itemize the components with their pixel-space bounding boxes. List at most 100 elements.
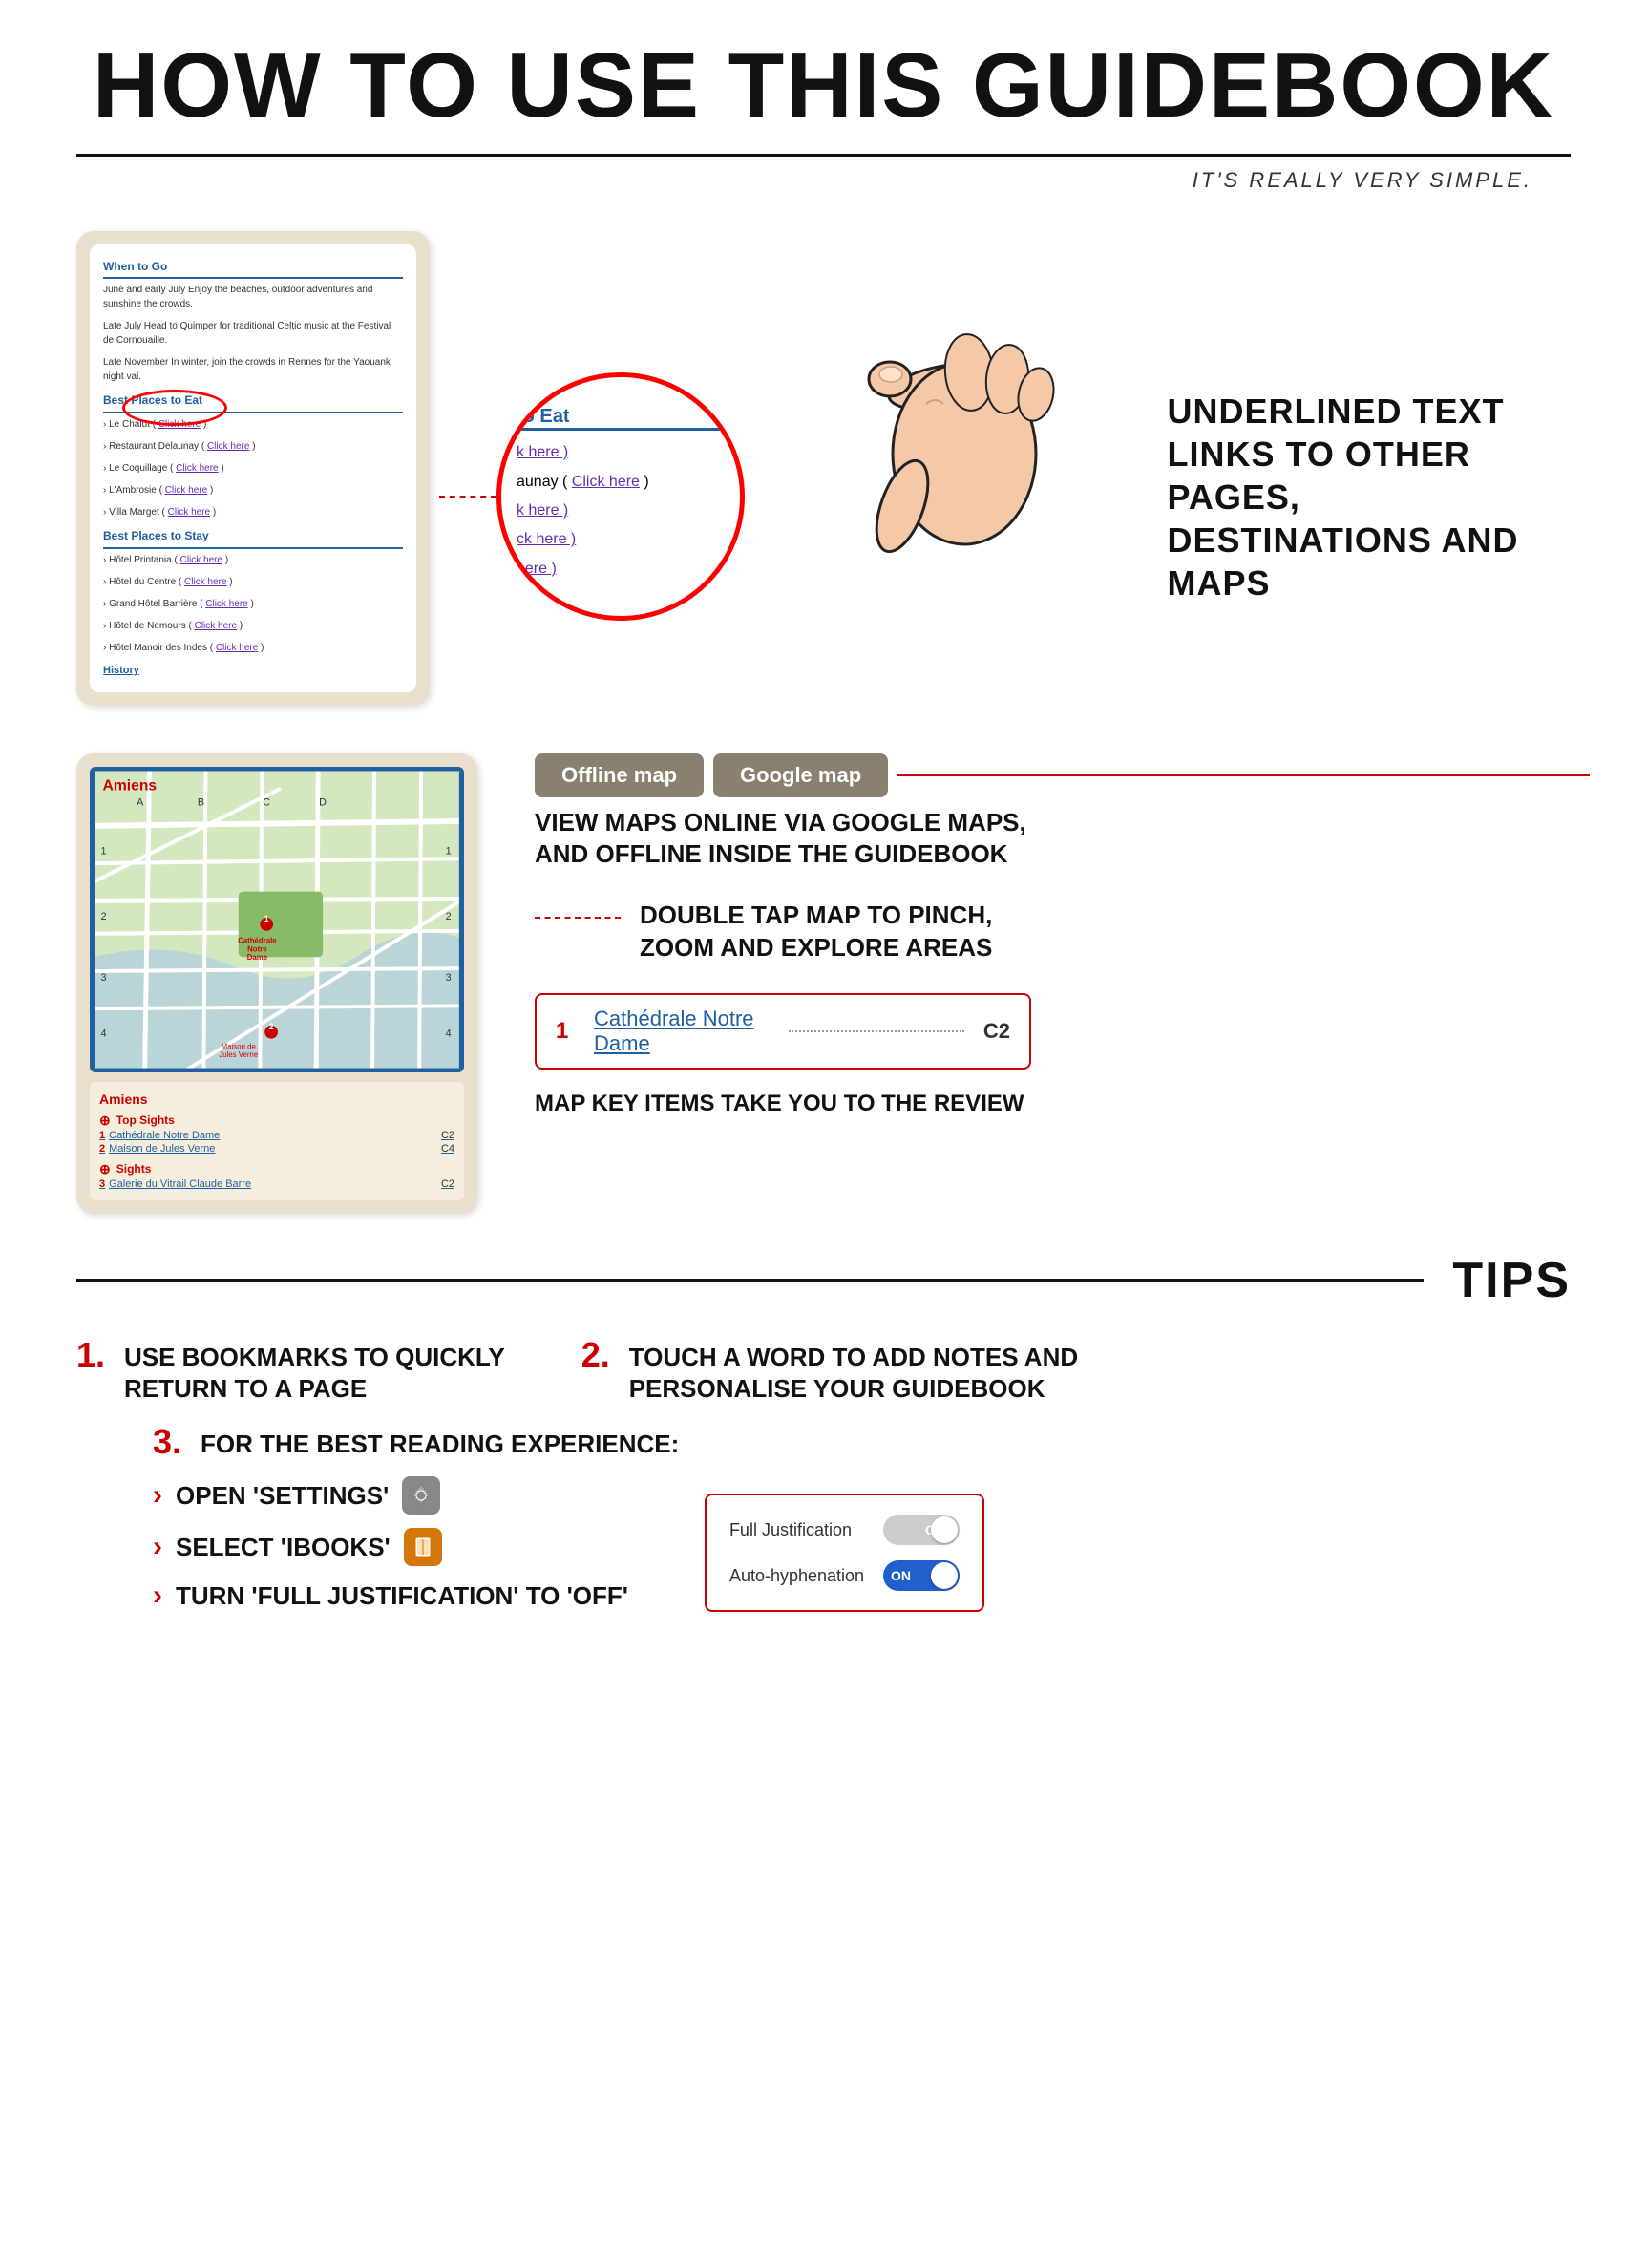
svg-text:4: 4	[446, 1028, 452, 1039]
map-svg: Amiens A B C D 1 2 3 4 1 2 3 4	[93, 770, 461, 1070]
links-label-area: UNDERLINED TEXTLINKS TO OTHER PAGES,DEST…	[1130, 390, 1591, 604]
svg-text:1: 1	[101, 845, 107, 857]
offline-map-button[interactable]: Offline map	[535, 753, 704, 797]
toggle-row-0: Full Justification OFF	[729, 1515, 960, 1545]
zoomed-item-4: here )	[517, 555, 725, 583]
section-maps: Amiens A B C D 1 2 3 4 1 2 3 4	[0, 734, 1647, 1242]
zoomed-content: to Eat k here ) aunay ( Click here ) k h…	[501, 377, 740, 593]
zoom-desc-block: DOUBLE TAP MAP TO PINCH,ZOOM AND EXPLORE…	[535, 900, 1590, 964]
tip-3-items: › Open 'Settings' › Select 'iBooks'	[153, 1476, 1571, 1612]
tip-3-block: 3. FOR THE BEST READING EXPERIENCE: › Op…	[76, 1425, 1571, 1612]
map-legend-area: Amiens ⊕ Top Sights 1Cathédrale Notre Da…	[90, 1082, 464, 1200]
google-map-button[interactable]: Google map	[713, 753, 888, 797]
tip-3-num: 3.	[153, 1425, 187, 1459]
svg-text:1: 1	[264, 914, 269, 923]
mockup-inner: When to Go June and early July Enjoy the…	[90, 244, 416, 692]
toggle-knob-0	[931, 1516, 958, 1543]
svg-text:Notre: Notre	[247, 944, 267, 953]
svg-text:2: 2	[101, 911, 107, 922]
tip-2-text: TOUCH A WORD TO ADD NOTES ANDPERSONALISE…	[629, 1338, 1078, 1407]
svg-text:3: 3	[446, 971, 452, 983]
page-title: HOW TO USE THIS GUIDEBOOK	[76, 38, 1571, 135]
tip-1-text: USE BOOKMARKS TO QUICKLYRETURN TO A PAGE	[124, 1338, 505, 1407]
toggle-label-1: Auto-hyphenation	[729, 1566, 864, 1586]
zoomed-item-0: k here )	[517, 438, 725, 467]
sight-0: 3Galerie du Vitrail Claude Barre C2	[99, 1177, 454, 1191]
tip-3-item-0-text: Open 'Settings'	[176, 1481, 389, 1511]
map-desc2: DOUBLE TAP MAP TO PINCH,ZOOM AND EXPLORE…	[640, 900, 992, 964]
sights-label: ⊕ Sights	[99, 1161, 454, 1177]
toggle-label-0: Full Justification	[729, 1520, 852, 1540]
map-legend-city: Amiens	[99, 1092, 454, 1107]
tip-3-list: › Open 'Settings' › Select 'iBooks'	[153, 1476, 628, 1612]
top-sight-0: 1Cathédrale Notre Dame C2	[99, 1129, 454, 1142]
map-key-desc: MAP KEY ITEMS TAKE YOU TO THE REVIEW	[535, 1089, 1590, 1118]
section-links: When to Go June and early July Enjoy the…	[0, 193, 1647, 734]
tip-3-item-1-text: Select 'iBooks'	[176, 1533, 391, 1562]
stay-item-2: › Grand Hôtel Barrière ( Click here )	[103, 597, 403, 611]
toggle-knob-1	[931, 1562, 958, 1589]
hand-icon-area	[707, 301, 1130, 606]
svg-text:1: 1	[446, 845, 452, 857]
stay-item-1: › Hôtel du Centre ( Click here )	[103, 575, 403, 589]
map-mockup: Amiens A B C D 1 2 3 4 1 2 3 4	[76, 753, 477, 1214]
map-desc1: VIEW MAPS ONLINE VIA GOOGLE MAPS,AND OFF…	[535, 807, 1590, 872]
svg-text:D: D	[319, 796, 327, 808]
tip-1: 1. USE BOOKMARKS TO QUICKLYRETURN TO A P…	[76, 1338, 505, 1407]
stay-item-4: › Hôtel Manoir des Indes ( Click here )	[103, 641, 403, 655]
map-key-name[interactable]: Cathédrale Notre Dame	[594, 1007, 770, 1056]
tip-3-item-1: › Select 'iBooks'	[153, 1528, 628, 1566]
map-right-area: Offline map Google map VIEW MAPS ONLINE …	[535, 753, 1590, 1118]
links-label: UNDERLINED TEXTLINKS TO OTHER PAGES,DEST…	[1168, 390, 1591, 604]
map-key-box: 1 Cathédrale Notre Dame C2	[535, 993, 1031, 1070]
eat-item-3: › L'Ambrosie ( Click here )	[103, 483, 403, 498]
stay-item-0: › Hôtel Printania ( Click here )	[103, 553, 403, 567]
history-link[interactable]: History	[103, 663, 403, 679]
map-buttons-row: Offline map Google map	[535, 753, 1590, 797]
eat-item-0: › Le Chalut ( Click here )	[103, 417, 403, 432]
map-key-block: 1 Cathédrale Notre Dame C2 MAP KEY ITEMS…	[535, 993, 1590, 1118]
tip-3-item-2-text: Turn 'Full Justification' to 'off'	[176, 1581, 628, 1611]
tip-1-num: 1.	[76, 1338, 111, 1372]
settings-icon	[402, 1476, 440, 1515]
toggle-switch-1[interactable]: ON	[883, 1560, 960, 1591]
stay-item-3: › Hôtel de Nemours ( Click here )	[103, 619, 403, 633]
eat-item-2: › Le Coquillage ( Click here )	[103, 461, 403, 476]
hand-pointing-icon	[707, 301, 1069, 606]
map-image-area: Amiens A B C D 1 2 3 4 1 2 3 4	[90, 767, 464, 1072]
subtitle: IT'S REALLY VERY SIMPLE.	[0, 157, 1647, 193]
svg-text:Amiens: Amiens	[102, 777, 157, 794]
when-to-go-text3: Late November In winter, join the crowds…	[103, 355, 403, 384]
top-sight-1: 2Maison de Jules Verne C4	[99, 1142, 454, 1155]
tip-3-header: 3. FOR THE BEST READING EXPERIENCE:	[153, 1425, 1571, 1461]
eat-item-1: › Restaurant Delaunay ( Click here )	[103, 439, 403, 454]
svg-text:B: B	[198, 796, 204, 808]
tips-label: TIPS	[1424, 1252, 1571, 1309]
fake-map: Amiens A B C D 1 2 3 4 1 2 3 4	[93, 770, 461, 1070]
tips-divider	[76, 1279, 1424, 1282]
zoomed-title: to Eat	[517, 406, 725, 431]
when-to-go-title: When to Go	[103, 258, 403, 280]
places-to-stay-title: Best Places to Stay	[103, 527, 403, 549]
top-sights-label: ⊕ Top Sights	[99, 1113, 454, 1129]
zoomed-item-1: aunay ( Click here )	[517, 468, 725, 497]
toggles-area: Full Justification OFF Auto-hyphenation …	[705, 1494, 984, 1612]
eat-item-4: › Villa Marget ( Click here )	[103, 505, 403, 519]
svg-text:4: 4	[101, 1028, 107, 1039]
zoomed-item-2: k here )	[517, 497, 725, 525]
dotted-line	[439, 496, 496, 498]
svg-text:2: 2	[446, 911, 452, 922]
ibooks-icon	[404, 1528, 442, 1566]
when-to-go-text1: June and early July Enjoy the beaches, o…	[103, 283, 403, 311]
tips-row-1: 1. USE BOOKMARKS TO QUICKLYRETURN TO A P…	[76, 1338, 1571, 1407]
page-header: HOW TO USE THIS GUIDEBOOK	[0, 0, 1647, 144]
map-divider	[897, 774, 1590, 776]
arrow-icon-1: ›	[153, 1531, 162, 1563]
arrow-icon-2: ›	[153, 1579, 162, 1612]
tips-section: 1. USE BOOKMARKS TO QUICKLYRETURN TO A P…	[0, 1309, 1647, 1650]
toggle-switch-0[interactable]: OFF	[883, 1515, 960, 1545]
map-key-num: 1	[556, 1018, 584, 1045]
tip-3-text: FOR THE BEST READING EXPERIENCE:	[201, 1425, 679, 1461]
zoom-dotted-line	[535, 917, 621, 919]
tip-2-num: 2.	[581, 1338, 616, 1372]
